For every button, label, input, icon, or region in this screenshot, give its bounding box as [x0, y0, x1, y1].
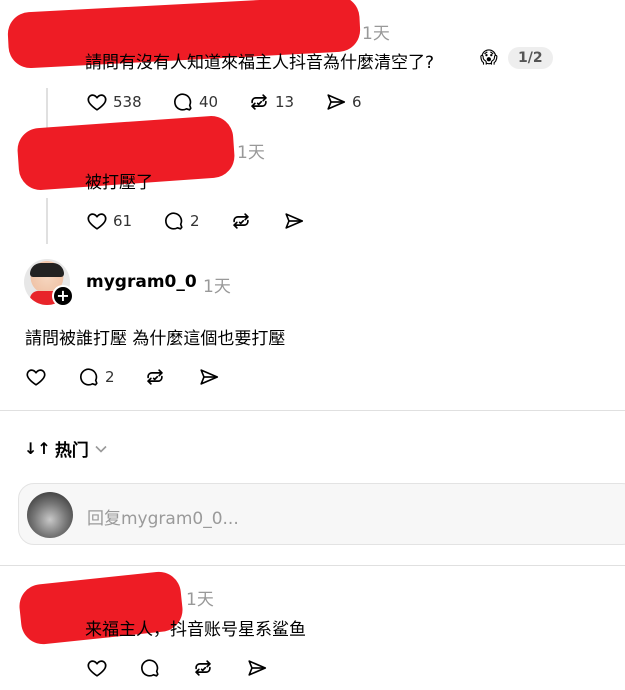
page-badge[interactable]: 1/2: [508, 47, 553, 69]
like-button[interactable]: 61: [86, 209, 132, 233]
plus-icon[interactable]: +: [52, 285, 74, 307]
share-count: 6: [352, 93, 362, 111]
send-icon: [198, 366, 220, 388]
like-count: 538: [113, 93, 142, 111]
comment-time: 1天: [237, 143, 265, 163]
like-count: 61: [113, 212, 133, 230]
comment-text: 請問有沒有人知道來福主人抖音為什麼清空了?: [85, 53, 435, 73]
send-icon: [325, 91, 347, 113]
comment-text: 来福主人，抖音账号星系鲨鱼: [85, 620, 306, 640]
repost-button[interactable]: 13: [248, 90, 294, 114]
send-icon: [246, 657, 268, 679]
chevron-down-icon: [95, 445, 107, 453]
heart-icon: [86, 210, 108, 232]
divider: [0, 410, 625, 411]
reply-count: 40: [199, 93, 219, 111]
comment-time: 1天: [186, 590, 214, 610]
comment-time: 1天: [362, 24, 390, 44]
heart-icon: [25, 366, 47, 388]
repost-button[interactable]: [230, 209, 252, 233]
thread-line: [46, 88, 48, 128]
comment-text: 請問被誰打壓 為什麼這個也要打壓: [25, 329, 286, 349]
repost-icon: [248, 91, 270, 113]
thread-line: [46, 198, 48, 244]
sort-dropdown[interactable]: ↓↑ 热门: [24, 436, 107, 461]
share-button[interactable]: [246, 656, 268, 680]
sort-label: 热门: [54, 441, 89, 461]
reply-button[interactable]: 2: [163, 209, 200, 233]
comment-icon: [139, 657, 161, 679]
repost-icon: [144, 366, 166, 388]
heart-icon: [86, 91, 108, 113]
avatar-hair: [30, 263, 64, 277]
reply-button[interactable]: 40: [172, 90, 218, 114]
comment-text: 被打壓了: [85, 173, 153, 193]
username[interactable]: mygram0_0: [86, 272, 197, 292]
comment-time: 1天: [203, 277, 231, 297]
send-icon: [283, 210, 305, 232]
comment-icon: [172, 91, 194, 113]
share-button[interactable]: [198, 365, 220, 389]
repost-button[interactable]: [192, 656, 214, 680]
sort-icon: ↓↑: [24, 439, 51, 458]
divider: [0, 565, 625, 566]
reply-count: 2: [190, 212, 200, 230]
current-user-avatar: [27, 492, 73, 538]
repost-count: 13: [275, 93, 295, 111]
emoji-icon: 😱: [480, 48, 498, 68]
like-button[interactable]: [86, 656, 108, 680]
reply-button[interactable]: [139, 656, 161, 680]
share-button[interactable]: 6: [325, 90, 362, 114]
reply-count: 2: [105, 368, 115, 386]
comment-icon: [163, 210, 185, 232]
heart-icon: [86, 657, 108, 679]
share-button[interactable]: [283, 209, 305, 233]
like-button[interactable]: 538: [86, 90, 142, 114]
repost-icon: [230, 210, 252, 232]
reply-button[interactable]: 2: [78, 365, 115, 389]
like-button[interactable]: [25, 365, 47, 389]
repost-button[interactable]: [144, 365, 166, 389]
comment-icon: [78, 366, 100, 388]
repost-icon: [192, 657, 214, 679]
reply-placeholder: 回复mygram0_0...: [87, 509, 239, 529]
reply-input[interactable]: 回复mygram0_0...: [18, 483, 625, 545]
